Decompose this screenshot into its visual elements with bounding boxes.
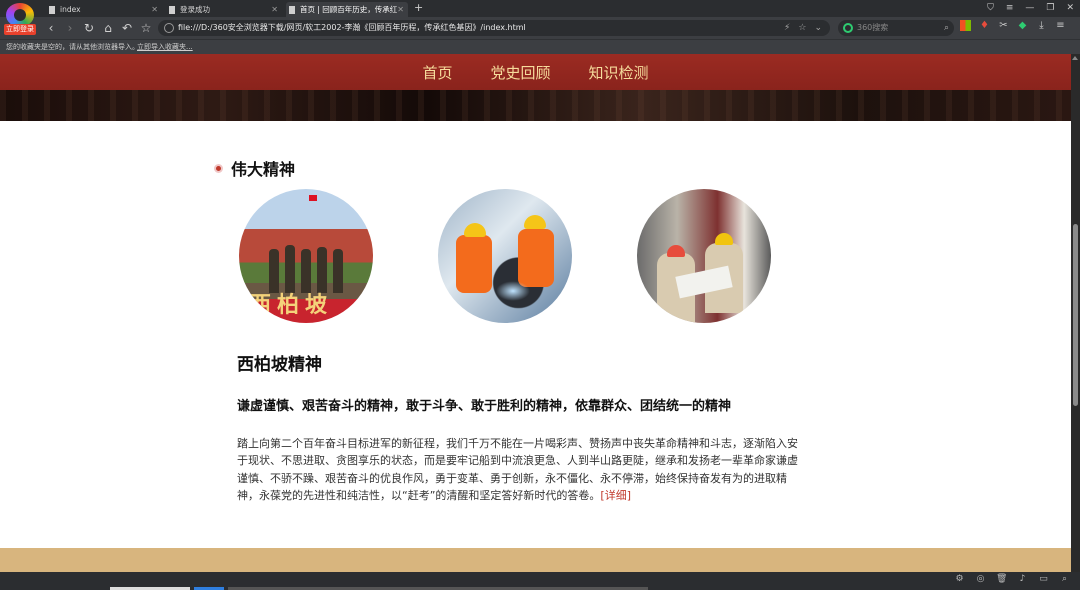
- scrollbar-thumb[interactable]: [1073, 224, 1078, 406]
- search-input[interactable]: 360搜索: [857, 20, 888, 36]
- clean-icon[interactable]: ◎: [975, 574, 986, 585]
- address-url[interactable]: file:///D:/360安全浏览器下载/网页/软工2002-李瀚《回顾百年历…: [178, 20, 526, 36]
- shield-icon[interactable]: ◆: [1017, 20, 1028, 31]
- bookmark-bar: 您的收藏夹是空的，请从其他浏览器导入。 立即导入收藏夹...: [0, 39, 1080, 54]
- star-icon[interactable]: ☆: [139, 21, 153, 35]
- footer-band: [0, 548, 1071, 572]
- minimize-icon[interactable]: —: [1025, 1, 1034, 15]
- page-viewport: 首页 党史回顾 知识检测 伟大精神 西柏坡 西柏坡精神 谦虚谨慎、艰苦奋斗的精神…: [0, 54, 1071, 572]
- spirit-body: 踏上向第二个百年奋斗目标进军的新征程，我们千万不能在一片喝彩声、赞扬声中丧失革命…: [237, 435, 803, 504]
- more-icon[interactable]: ≡: [1055, 20, 1066, 31]
- document-icon: [169, 6, 175, 14]
- scroll-up-icon[interactable]: [1072, 56, 1078, 60]
- helmet-icon: [715, 233, 733, 245]
- login-badge[interactable]: 立即登录: [4, 24, 36, 35]
- image-banner-text: 西柏坡: [249, 292, 334, 318]
- window-controls: ⛉ ≡ — ❐ ✕: [987, 1, 1074, 15]
- xibaipo-statues-image[interactable]: 西柏坡: [239, 189, 373, 323]
- tab-login-success[interactable]: 登录成功 ✕: [166, 2, 282, 17]
- search-icon[interactable]: ⌕: [944, 20, 949, 36]
- browser-toolbar: ‹ › ↻ ⌂ ↶ ☆ file:///D:/360安全浏览器下载/网页/软工2…: [0, 17, 1080, 39]
- tab-home-active[interactable]: 首页 | 回顾百年历史，传承红 ✕: [286, 2, 408, 17]
- document-icon: [49, 6, 55, 14]
- construction-workers-image[interactable]: [637, 189, 771, 323]
- search-engine-icon: [843, 23, 853, 33]
- browser-logo[interactable]: 立即登录: [4, 3, 36, 35]
- apps-icon[interactable]: [960, 20, 971, 31]
- zoom-icon[interactable]: ⌕: [1059, 574, 1070, 585]
- close-icon[interactable]: ✕: [151, 2, 158, 17]
- back-icon[interactable]: ‹: [44, 21, 58, 35]
- toolbar-icons: ♦ ✂ ◆ ⤓ ≡: [960, 20, 1066, 31]
- home-icon[interactable]: ⌂: [101, 21, 115, 35]
- volume-icon[interactable]: ♪: [1017, 574, 1028, 585]
- menu-icon[interactable]: ≡: [1006, 1, 1014, 15]
- import-bookmarks-link[interactable]: 立即导入收藏夹...: [137, 40, 193, 54]
- address-actions: ⚡ ☆ ⌄: [784, 20, 822, 36]
- statue-figure: [285, 245, 295, 293]
- scissors-icon[interactable]: ✂: [998, 20, 1009, 31]
- search-box[interactable]: 360搜索 ⌕: [838, 20, 954, 36]
- sparks-effect: [496, 281, 530, 301]
- helmet-icon: [464, 223, 486, 237]
- section-title: 伟大精神: [231, 160, 296, 179]
- browser-tab-bar: index ✕ 登录成功 ✕ 首页 | 回顾百年历史，传承红 ✕ + ⛉ ≡ —…: [0, 0, 1080, 17]
- site-nav: 首页 党史回顾 知识检测: [0, 54, 1071, 90]
- game-icon[interactable]: ♦: [979, 20, 990, 31]
- close-window-icon[interactable]: ✕: [1066, 1, 1074, 15]
- tab-label: 首页 | 回顾百年历史，传承红: [300, 5, 398, 14]
- new-tab-button[interactable]: +: [414, 1, 423, 15]
- section-heading: 伟大精神: [214, 156, 295, 180]
- page-info-icon[interactable]: [164, 23, 174, 33]
- restore-icon[interactable]: ❐: [1046, 1, 1054, 15]
- lightning-icon[interactable]: ⚡: [784, 20, 790, 36]
- hero-banner-image: [0, 90, 1071, 121]
- shirt-icon[interactable]: ⛉: [987, 1, 994, 15]
- nav-knowledge-quiz[interactable]: 知识检测: [589, 54, 649, 90]
- worker-vest: [456, 235, 492, 293]
- bookmark-empty-text: 您的收藏夹是空的，请从其他浏览器导入。: [6, 43, 139, 51]
- nav-home[interactable]: 首页: [422, 54, 452, 90]
- trash-icon[interactable]: 🗑: [996, 574, 1007, 585]
- undo-icon[interactable]: ↶: [120, 21, 134, 35]
- statue-figure: [333, 249, 343, 293]
- window-icon[interactable]: ▭: [1038, 574, 1049, 585]
- worker-vest: [518, 229, 554, 287]
- forward-icon[interactable]: ›: [63, 21, 77, 35]
- download-icon[interactable]: ⤓: [1036, 20, 1047, 31]
- bookmark-star-icon[interactable]: ☆: [798, 20, 806, 36]
- address-bar[interactable]: file:///D:/360安全浏览器下载/网页/软工2002-李瀚《回顾百年历…: [158, 20, 830, 36]
- nav-party-history[interactable]: 党史回顾: [490, 54, 550, 90]
- close-icon[interactable]: ✕: [397, 2, 404, 17]
- helmet-icon: [667, 245, 685, 257]
- spirit-subtitle: 谦虚谨慎、艰苦奋斗的精神，敢于斗争、敢于胜利的精神，依靠群众、团结统一的精神: [237, 399, 732, 414]
- workers-welding-image[interactable]: [438, 189, 572, 323]
- status-icons: ⚙ ◎ 🗑 ♪ ▭ ⌕: [954, 574, 1070, 585]
- reload-icon[interactable]: ↻: [82, 21, 96, 35]
- document-icon: [289, 6, 295, 14]
- helmet-icon: [524, 215, 546, 229]
- spirit-title: 西柏坡精神: [237, 355, 322, 375]
- scrollbar[interactable]: [1071, 54, 1080, 572]
- more-details-link[interactable]: [详细]: [600, 489, 631, 502]
- tab-index[interactable]: index ✕: [46, 2, 162, 17]
- spirit-body-text: 踏上向第二个百年奋斗目标进军的新征程，我们千万不能在一片喝彩声、赞扬声中丧失革命…: [237, 437, 798, 502]
- chevron-down-icon[interactable]: ⌄: [814, 20, 822, 36]
- tab-label: index: [60, 5, 81, 14]
- tab-label: 登录成功: [180, 5, 210, 14]
- close-icon[interactable]: ✕: [271, 2, 278, 17]
- browser-status-bar: ⚙ ◎ 🗑 ♪ ▭ ⌕: [0, 572, 1080, 590]
- bullet-icon: [214, 163, 223, 173]
- accelerate-icon[interactable]: ⚙: [954, 574, 965, 585]
- flag-icon: [309, 195, 317, 201]
